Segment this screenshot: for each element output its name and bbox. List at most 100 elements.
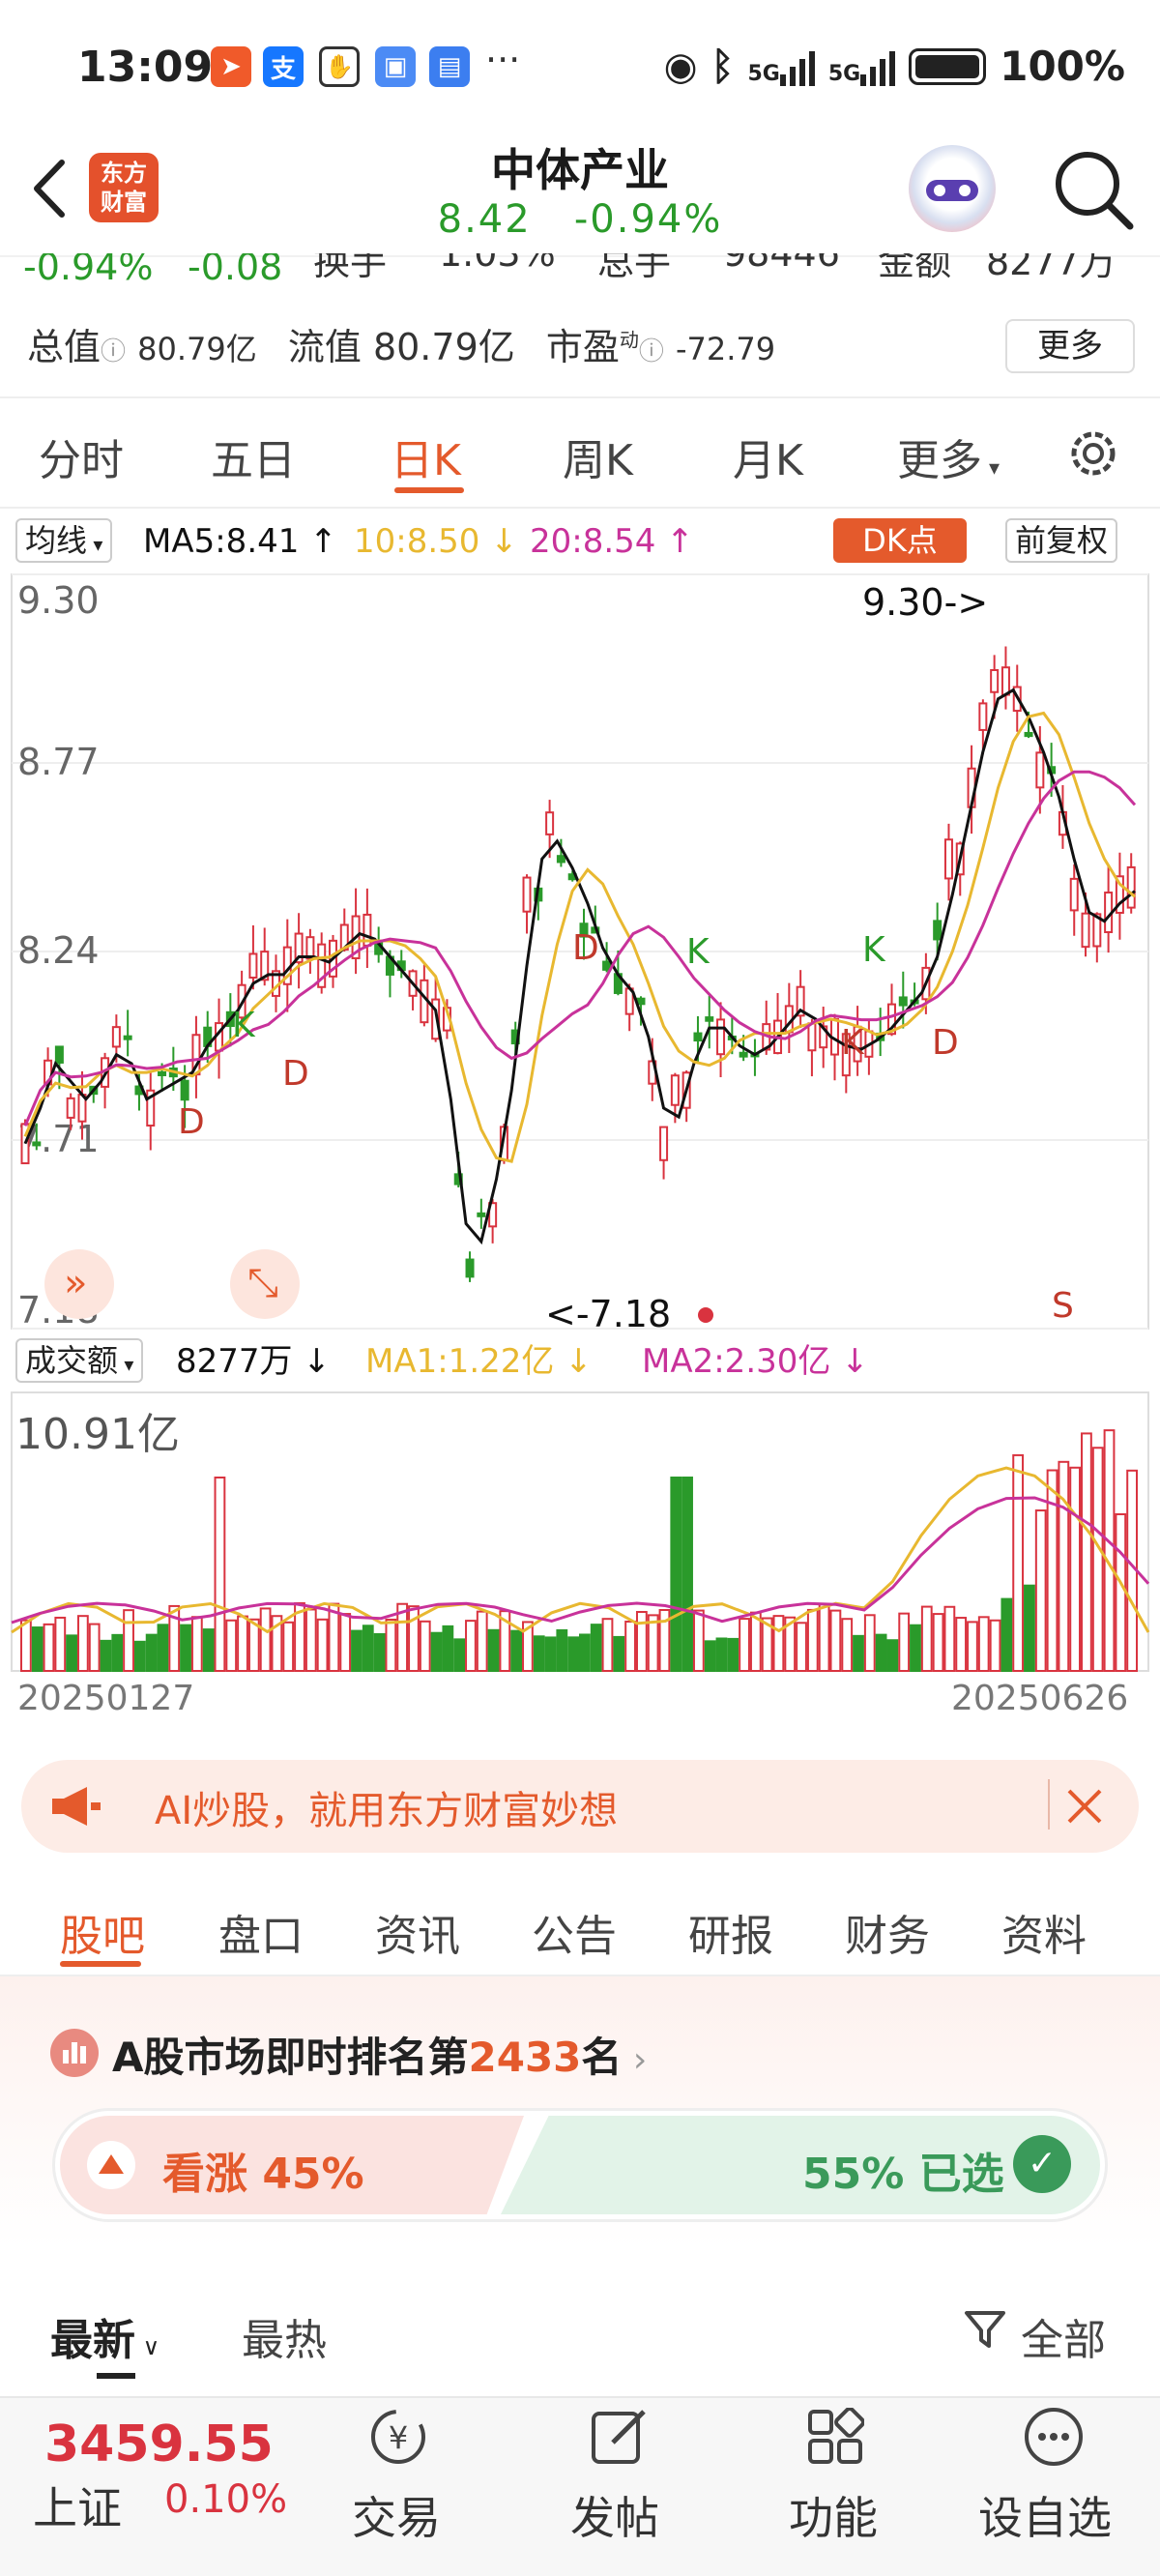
- tab-pankou[interactable]: 盘口: [218, 1901, 304, 1963]
- y-tick-label: 8.24: [17, 929, 100, 972]
- volume-bar: [100, 1639, 112, 1672]
- volume-select[interactable]: 成交额 ▾: [15, 1338, 144, 1383]
- info-icon: ⓘ: [101, 337, 127, 366]
- high-price-label: 9.30->: [862, 581, 988, 624]
- candle-body: [180, 1079, 189, 1101]
- rank-chart-icon: [50, 2029, 99, 2077]
- y-tick-label: 8.77: [17, 741, 100, 783]
- banner-text: AI炒股，就用东方财富妙想: [155, 1789, 619, 1833]
- volume-bar: [419, 1620, 431, 1672]
- sort-latest[interactable]: 最新 ∨: [50, 2305, 160, 2367]
- signal-5g-2: 5G: [828, 47, 896, 86]
- ma-select[interactable]: 均线 ▾: [15, 518, 113, 563]
- filter-all[interactable]: 全部: [1021, 2305, 1106, 2367]
- megaphone-icon: [52, 1787, 101, 1826]
- signal-marker: D: [178, 1102, 205, 1142]
- volume-bar: [727, 1637, 740, 1673]
- tab-intraday[interactable]: 分时: [39, 425, 124, 487]
- x-start-label: 20250127: [17, 1679, 195, 1718]
- volume-bar: [841, 1618, 854, 1673]
- volume-bar: [351, 1629, 362, 1672]
- candle-body: [659, 1126, 669, 1161]
- volume-bar: [772, 1615, 785, 1672]
- volume-value: 98446: [723, 253, 840, 275]
- ma5-legend: MA5:8.41 ↑: [143, 522, 337, 561]
- volume-bar: [910, 1624, 921, 1672]
- volume-bar: [1069, 1466, 1082, 1673]
- volume-bar: [487, 1628, 500, 1672]
- tabs-divider: [0, 507, 1160, 509]
- candle-body: [545, 811, 555, 835]
- vote-up-label: 看涨 45%: [162, 2150, 364, 2199]
- tab-finance[interactable]: 财务: [845, 1901, 930, 1963]
- add-watchlist-button[interactable]: 设自选: [978, 2483, 1112, 2547]
- tab-news[interactable]: 资讯: [375, 1901, 460, 1963]
- volume-bar: [202, 1628, 215, 1672]
- signal-marker: D: [572, 928, 599, 968]
- tab-announcements[interactable]: 公告: [532, 1901, 617, 1963]
- dk-point-button[interactable]: DK点: [833, 518, 967, 563]
- ma20-legend: 20:8.54 ↑: [530, 522, 694, 561]
- banner-divider: [1048, 1779, 1050, 1830]
- volume-bar: [1012, 1453, 1025, 1673]
- tab-more[interactable]: 更多 ▾: [897, 425, 1000, 487]
- volume-bar: [1091, 1447, 1104, 1672]
- chevron-right-icon: ›: [622, 2040, 648, 2080]
- sort-hot[interactable]: 最热: [242, 2305, 327, 2367]
- tab-weekly-k[interactable]: 周K: [563, 425, 633, 487]
- pe-value: -72.79: [675, 331, 776, 367]
- volume-bar: [875, 1633, 887, 1673]
- quote-row-1: -0.94% -0.08 换手 1.03% 总手 98446 金额 8277万: [23, 253, 1160, 296]
- forward-adjust-button[interactable]: 前复权: [1005, 518, 1118, 563]
- trade-button[interactable]: 交易: [352, 2483, 441, 2547]
- function-button[interactable]: 功能: [789, 2483, 878, 2547]
- stock-change-pct: -0.94%: [573, 197, 723, 242]
- candle-body: [54, 1045, 64, 1064]
- volume-bar: [1000, 1597, 1013, 1673]
- tab-daily-k[interactable]: 日K: [391, 425, 461, 487]
- signal-marker: S: [1052, 1286, 1074, 1326]
- volume-legend: 8277万 ↓: [176, 1342, 331, 1381]
- volume-bar: [601, 1618, 614, 1673]
- index-value[interactable]: 3459.55: [44, 2415, 274, 2474]
- kline-chart[interactable]: 9.308.778.247.717.189.30-><-7.18DKDDKKKD…: [0, 567, 1160, 1717]
- volume-bar: [20, 1619, 32, 1673]
- tab-five-day[interactable]: 五日: [211, 425, 296, 487]
- volume-bar: [567, 1636, 580, 1673]
- battery-percent: 100%: [1000, 43, 1125, 90]
- volume-bar: [385, 1618, 397, 1672]
- volume-bar: [989, 1619, 1001, 1673]
- index-pct[interactable]: 0.10%: [164, 2477, 287, 2522]
- filter-icon: [963, 2307, 1007, 2352]
- more-notifications: ···: [485, 39, 521, 81]
- volume-bar: [749, 1611, 762, 1673]
- search-icon[interactable]: [1049, 145, 1136, 232]
- bluetooth-icon: ᛒ: [710, 44, 735, 89]
- volume-bar: [1081, 1432, 1092, 1673]
- post-button[interactable]: 发帖: [570, 2483, 659, 2547]
- rank-number: 2433: [468, 2034, 582, 2081]
- candle-body: [716, 1018, 726, 1056]
- more-quote-button[interactable]: 更多: [1005, 319, 1135, 373]
- status-right: ◉ ᛒ 5G 5G 100%: [664, 43, 1125, 90]
- x-end-label: 20250626: [951, 1679, 1129, 1718]
- tab-monthly-k[interactable]: 月K: [733, 425, 803, 487]
- ma10-legend: 10:8.50 ↓: [354, 522, 518, 561]
- candle-body: [1081, 912, 1090, 949]
- volume-bar: [214, 1477, 226, 1672]
- signal-marker: D: [932, 1023, 959, 1063]
- volume-bar: [739, 1618, 750, 1672]
- ai-robot-avatar[interactable]: [909, 145, 996, 232]
- market-rank[interactable]: A股市场即时排名第2433名 ›: [112, 2025, 647, 2084]
- index-name[interactable]: 上证: [33, 2474, 122, 2537]
- eye-icon: ◉: [663, 44, 698, 89]
- candle-body: [990, 669, 1000, 693]
- tab-profile[interactable]: 资料: [1001, 1901, 1087, 1963]
- settings-gear-icon[interactable]: [1065, 425, 1121, 482]
- vote-down-button[interactable]: [501, 2116, 1100, 2214]
- tab-research[interactable]: 研报: [688, 1901, 773, 1963]
- vote-down-label: 55% 已选: [802, 2150, 1004, 2199]
- close-icon[interactable]: [1065, 1787, 1104, 1826]
- tab-guba[interactable]: 股吧: [60, 1901, 145, 1963]
- volume-bar: [373, 1632, 386, 1672]
